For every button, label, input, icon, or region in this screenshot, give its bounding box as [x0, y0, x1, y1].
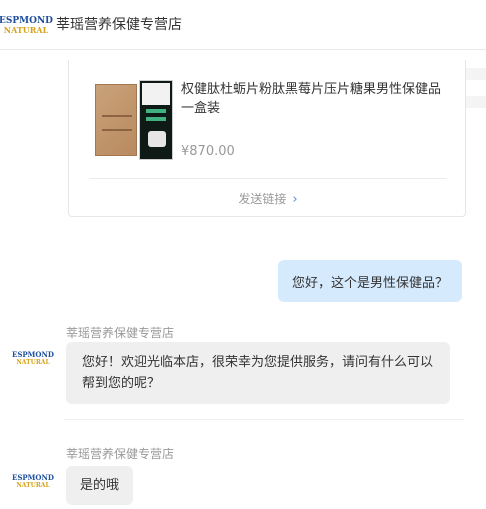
chevron-right-icon: ›: [292, 192, 298, 207]
send-link-label: 发送链接: [238, 192, 287, 206]
box-decor-line: [102, 115, 132, 117]
message-bubble-incoming[interactable]: 您好！欢迎光临本店，很荣幸为您提供服务，请问有什么可以帮到您的呢？: [66, 342, 450, 404]
sender-name: 莘瑶营养保健专营店: [66, 447, 175, 461]
chat-area[interactable]: 权健肽杜蛎片粉肽黑莓片压片糖果男性保健品 一盒装 ¥870.00 发送链接 › 您…: [0, 50, 486, 509]
logo-text-bottom: NATURAL: [16, 358, 50, 366]
pack-stripe: [146, 109, 166, 113]
message-text: 是的哦: [80, 478, 120, 493]
chat-header: ESPMOND NATURAL 莘瑶营养保健专营店: [0, 0, 486, 50]
send-link-button[interactable]: 发送链接 ›: [69, 190, 467, 207]
logo-text-top: ESPMOND: [0, 15, 53, 26]
message-text: 您好，这个是男性保健品？: [291, 275, 448, 291]
product-name[interactable]: 权健肽杜蛎片粉肽黑莓片压片糖果男性保健品 一盒装: [181, 80, 443, 118]
product-box-image: [95, 84, 137, 156]
product-card[interactable]: 权健肽杜蛎片粉肽黑莓片压片糖果男性保健品 一盒装 ¥870.00 发送链接 ›: [68, 60, 466, 217]
logo-text-top: ESPMOND: [12, 349, 54, 359]
logo-text-top: ESPMOND: [12, 472, 54, 482]
product-image[interactable]: [95, 80, 173, 160]
pack-stripe: [146, 117, 166, 121]
box-decor-line: [102, 129, 132, 131]
product-pack-image: [139, 80, 173, 160]
avatar[interactable]: ESPMOND NATURAL: [12, 341, 54, 375]
shop-logo[interactable]: ESPMOND NATURAL: [0, 6, 53, 44]
message-bubble-incoming[interactable]: 是的哦: [66, 466, 134, 505]
message-bubble-outgoing[interactable]: 您好，这个是男性保健品？: [277, 260, 462, 302]
message-text: 您好！欢迎光临本店，很荣幸为您提供服务，请问有什么可以帮到您的呢？: [82, 355, 434, 391]
message-divider: [64, 419, 464, 420]
sender-name: 莘瑶营养保健专营店: [66, 326, 175, 340]
logo-text-bottom: NATURAL: [16, 481, 50, 489]
pack-graphic: [148, 131, 166, 147]
card-divider: [89, 178, 447, 179]
product-price: ¥870.00: [181, 144, 235, 159]
shop-title[interactable]: 莘瑶营养保健专营店: [56, 14, 182, 34]
pack-label: [142, 83, 170, 105]
avatar[interactable]: ESPMOND NATURAL: [12, 464, 54, 498]
logo-text-bottom: NATURAL: [3, 24, 49, 35]
